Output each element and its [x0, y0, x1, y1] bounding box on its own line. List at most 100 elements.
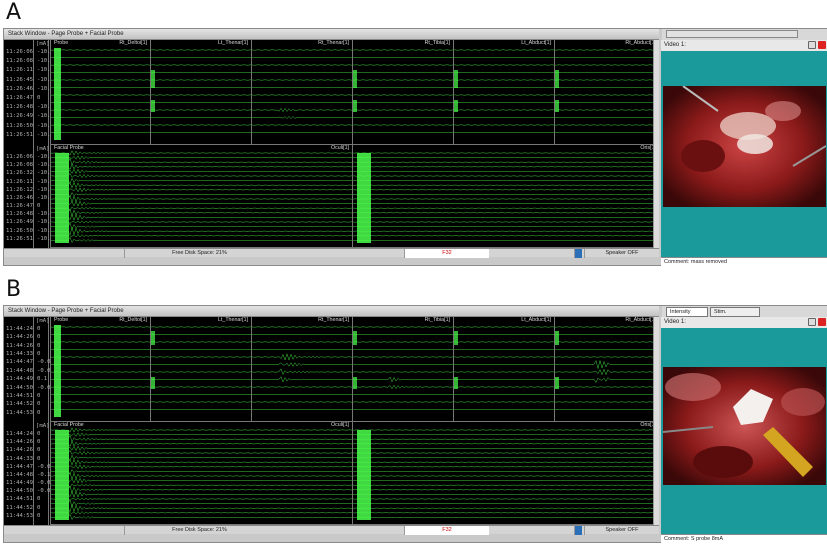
timestamp: 11:44:26 [6, 342, 33, 349]
value-readout: 0.1 [37, 376, 48, 383]
facial-channel-plot: Oris[1] [352, 145, 659, 248]
unit-label: [mA] [36, 318, 50, 324]
time-column-lower: 11:44:24 11:44:26 11:44:26 11:44:33 11:44:47… [4, 422, 34, 525]
comment-row[interactable]: Comment: S probe 8mA [661, 534, 827, 543]
trace-line [51, 472, 352, 480]
speaker-icon[interactable] [574, 526, 582, 535]
trace-line [51, 226, 352, 236]
channel-plot: Rt_Thenar[1] [251, 317, 352, 422]
channel-plot: Rt_Abduct[1] [554, 317, 659, 422]
stimulus-artifact [54, 325, 61, 417]
monitor-window-b: Stack Window - Page Probe + Facial Probe… [3, 305, 827, 543]
disk-space-label: Free Disk Space: 21% [124, 249, 274, 258]
trace-line [51, 157, 352, 166]
trace-line [353, 384, 453, 390]
waveform-traces [51, 325, 150, 417]
video-panel: Video 1: Comment: mass removed [661, 40, 827, 266]
tab-strip: Intensity Stim. Parameters [662, 306, 827, 324]
timestamp: 11:44:26 [6, 447, 33, 454]
vertical-scrollbar[interactable] [653, 317, 659, 525]
timestamp: 11:26:12 [6, 186, 33, 193]
key-indicator: F32 [404, 249, 489, 258]
stimulus-artifact [454, 377, 458, 389]
disk-space-label: Free Disk Space: 21% [124, 526, 274, 535]
timestamp: 11:44:48 [6, 471, 33, 478]
timestamp: 11:26:08 [6, 58, 33, 65]
trace-line [51, 187, 352, 193]
trace-line [51, 234, 352, 238]
stimulus-artifact [353, 70, 357, 88]
window-title: Stack Window - Page Probe + Facial Probe [4, 29, 659, 40]
stimulus-artifact [555, 331, 559, 345]
value-readout: 0 [37, 447, 41, 454]
value-readout: 0 [37, 504, 41, 511]
value-readout: 0 [37, 512, 41, 519]
trace-line [51, 213, 352, 222]
magnify-icon[interactable] [808, 41, 816, 49]
trace-line [51, 206, 352, 211]
comment-row[interactable]: Comment: mass removed [661, 257, 827, 266]
stimulus-artifact [454, 100, 458, 112]
value-readout: 0 [37, 409, 41, 416]
trace-line [51, 434, 352, 443]
value-readout: -0.0 [37, 384, 51, 391]
channel-plot: Probe Rt_Deltoi[1] [50, 317, 150, 422]
record-icon[interactable] [818, 41, 826, 49]
trace-line [252, 107, 352, 113]
value-readout: 0 [37, 431, 41, 437]
time-column-upper: 11:26:06 11:26:08 11:26:11 11:26:45 11:26:46… [4, 40, 34, 145]
timestamp: 11:26:46 [6, 85, 33, 92]
stimulus-artifact [555, 100, 559, 112]
channel-plot: Lt_Thenar[1] [150, 317, 251, 422]
magnify-icon[interactable] [808, 318, 816, 326]
waveform-traces [353, 429, 659, 520]
value-readout: 0 [37, 496, 41, 503]
stimulus-artifact [555, 377, 559, 389]
record-icon[interactable] [818, 318, 826, 326]
stimulus-artifact [555, 70, 559, 88]
channel-plot: Rt_Thenar[1] [251, 40, 352, 145]
speaker-icon[interactable] [574, 249, 582, 258]
speaker-status: Speaker OFF [584, 249, 659, 258]
timestamp: 11:44:53 [6, 512, 33, 519]
value-readout: -0.0 [37, 480, 51, 487]
value-column-upper: [mA] 0 0 0 0 -0.0 -0.0 0.1 -0.0 0 0 0 [35, 317, 51, 422]
timestamp: 11:26:48 [6, 104, 33, 111]
value-readout: -0.0 [37, 463, 51, 470]
tab-stim-parameters[interactable]: Stim. Parameters [710, 307, 760, 324]
trace-line [51, 440, 352, 447]
timestamp: 11:26:06 [6, 49, 33, 55]
tab-intensity[interactable]: Intensity [666, 307, 708, 317]
trace-line [353, 376, 453, 383]
vertical-scrollbar[interactable] [653, 40, 659, 248]
trace-line [51, 483, 352, 488]
waveform-traces [353, 49, 453, 133]
video-title: Video 1: [661, 40, 827, 51]
trace-line [51, 172, 352, 179]
horizontal-scroll[interactable] [666, 30, 798, 38]
channel-plot: Lt_Abduct[1] [453, 40, 554, 145]
timestamp: 11:44:50 [6, 384, 33, 391]
stimulus-artifact [357, 153, 371, 243]
timestamp: 11:26:47 [6, 95, 33, 101]
trace-line [555, 368, 659, 376]
waveform-traces [353, 326, 453, 410]
channel-plot: Lt_Thenar[1] [150, 40, 251, 145]
value-readout: 0 [37, 203, 41, 210]
stimulus-artifact [55, 153, 69, 243]
trace-line [51, 458, 352, 466]
stimulus-artifact [454, 331, 458, 345]
trace-line [51, 497, 352, 501]
stimulus-artifact [357, 430, 371, 520]
timestamp: 11:26:08 [6, 162, 33, 169]
timestamp: 11:26:46 [6, 194, 33, 201]
value-readout: -0.0 [37, 488, 51, 495]
value-readout: -0.1 [37, 471, 51, 478]
trace-line [51, 445, 352, 452]
trace-line [51, 191, 352, 198]
channel-plot: Rt_Tibia[1] [352, 317, 453, 422]
waveform-traces [454, 49, 554, 133]
timestamp: 11:44:51 [6, 496, 33, 503]
waveform-traces [51, 427, 352, 521]
trace-line [51, 427, 352, 433]
